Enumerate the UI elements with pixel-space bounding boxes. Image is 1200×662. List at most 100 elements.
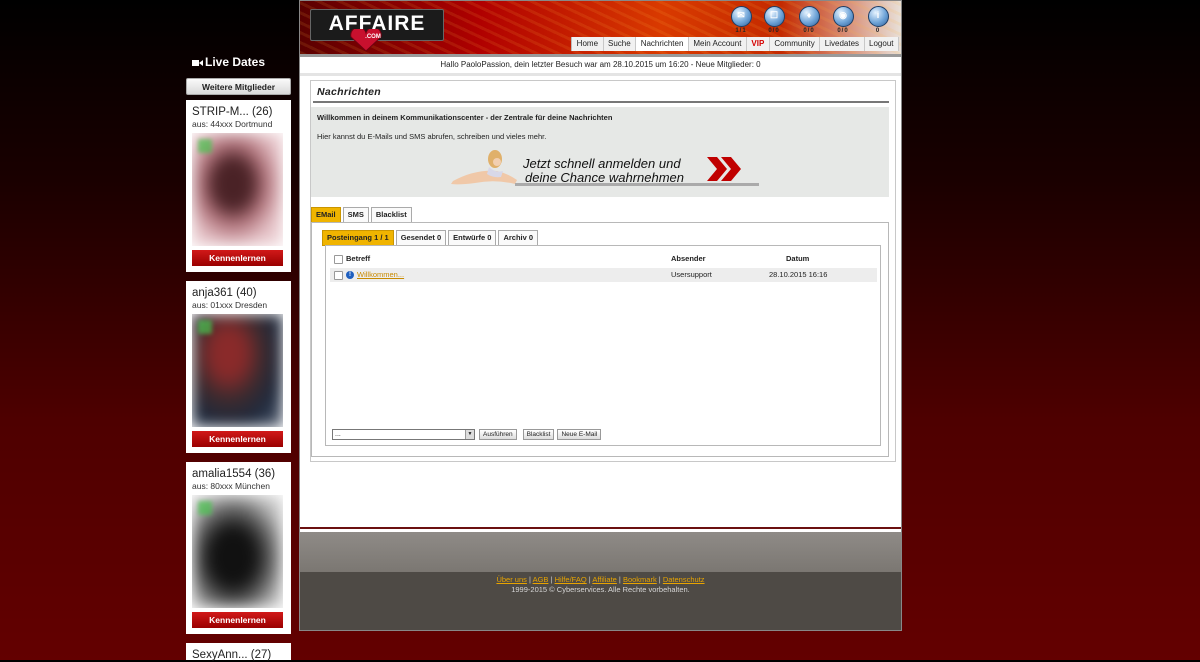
nav-my-account[interactable]: Mein Account [689,37,747,51]
member-card[interactable]: anja361 (40) aus: 01xxx Dresden Kennenle… [186,281,291,453]
tab-drafts[interactable]: Entwürfe 0 [448,230,497,246]
online-status-icon [198,139,212,153]
main-nav: Home Suche Nachrichten Mein Account VIP … [571,37,899,51]
banner-line1: Jetzt schnell anmelden und [523,156,681,171]
info-icon: i [867,6,889,27]
blacklist-button[interactable]: Blacklist [522,429,555,440]
footer-copyright: 1999-2015 © Cyberservices. Alle Rechte v… [511,585,690,594]
online-status-icon [198,320,212,334]
nav-logout[interactable]: Logout [865,37,899,51]
messages-content: Nachrichten Willkommen in deinem Kommuni… [310,80,896,462]
title-rule [313,101,889,103]
footer-link-bookmark[interactable]: Bookmark [623,575,657,584]
logo-domain: .COM [365,34,381,40]
tab-sms[interactable]: SMS [342,207,369,223]
video-camera-icon [192,55,203,71]
online-status-icon [198,501,212,515]
double-arrow-icon [707,157,741,181]
row-sender: Usersupport [671,270,712,279]
greeting-divider [300,73,901,76]
nav-community[interactable]: Community [770,37,821,51]
get-to-know-button[interactable]: Kennenlernen [192,250,283,266]
dropdown-arrow-icon: ▼ [465,430,474,439]
member-card[interactable]: SexyAnn... (27) [186,643,291,662]
nav-messages[interactable]: Nachrichten [636,37,689,51]
tab-email[interactable]: EMail [311,207,341,223]
nav-livedates[interactable]: Livedates [820,37,865,51]
mail-icon: ✉ [730,6,752,27]
footer-link-affiliate[interactable]: Affiliate [592,575,616,584]
member-name[interactable]: STRIP-M... (26) [192,106,285,119]
footer-upper [300,532,901,572]
messages-icon-button[interactable]: ☐ 0/0 [761,6,787,34]
select-all-checkbox[interactable] [334,255,343,264]
row-checkbox[interactable] [334,271,343,280]
tab-sent[interactable]: Gesendet 0 [395,230,447,246]
visitors-icon-button[interactable]: ◉ 0/0 [830,6,856,34]
info-icon-button[interactable]: i 0 [865,6,891,34]
greeting-text: Hallo PaoloPassion, dein letzter Besuch … [440,60,761,69]
nav-vip[interactable]: VIP [747,37,770,51]
nav-search[interactable]: Suche [604,37,637,51]
new-email-button[interactable]: Neue E-Mail [557,429,602,440]
table-header: Betreff Absender Datum [330,252,877,266]
member-photo[interactable] [192,314,283,427]
member-name[interactable]: amalia1554 (36) [192,468,285,481]
member-card[interactable]: STRIP-M... (26) aus: 44xxx Dortmund Kenn… [186,100,291,272]
action-select[interactable]: ... ▼ [332,429,475,440]
messages-icon: ☐ [763,6,785,27]
member-name[interactable]: SexyAnn... (27) [192,649,285,662]
tab-inbox[interactable]: Posteingang 1 / 1 [322,230,394,246]
member-location: aus: 44xxx Dortmund [192,119,273,129]
email-panel: Posteingang 1 / 1 Gesendet 0 Entwürfe 0 … [311,222,889,457]
gift-icon-button[interactable]: ♦ 0/0 [796,6,822,34]
header-icons: ✉ 1/1 ☐ 0/0 ♦ 0/0 ◉ 0/0 i 0 [724,6,896,36]
live-dates-title: Live Dates [186,54,291,70]
header-divider [300,54,901,57]
footer-links: Über uns | AGB | Hilfe/FAQ | Affiliate |… [496,575,705,584]
heart-icon [350,29,382,51]
info-icon: ! [346,271,354,280]
info-count: 0 [875,28,881,34]
message-table: Betreff Absender Datum ! Willkommen... Us… [330,252,877,282]
tab-archive[interactable]: Archiv 0 [498,230,539,246]
visitors-count: 0/0 [837,28,849,34]
message-subject-link[interactable]: Willkommen... [357,270,404,279]
row-date: 28.10.2015 16:16 [769,270,828,279]
footer-divider [300,527,901,529]
get-to-know-button[interactable]: Kennenlernen [192,431,283,447]
intro-heading: Willkommen in deinem Kommunikationscente… [317,113,613,122]
inbox-panel: Betreff Absender Datum ! Willkommen... Us… [325,245,881,446]
messages-count: 0/0 [768,28,780,34]
live-dates-panel: Live Dates Weitere Mitglieder [186,54,291,95]
intro-box: Willkommen in deinem Kommunikationscente… [311,107,889,197]
execute-button[interactable]: Ausführen [479,429,517,440]
get-to-know-button[interactable]: Kennenlernen [192,612,283,628]
message-type-tabs: EMail SMS Blacklist [311,207,414,223]
more-members-button[interactable]: Weitere Mitglieder [186,78,291,95]
gift-count: 0/0 [803,28,815,34]
banner-figure-icon [451,150,517,185]
footer-link-help[interactable]: Hilfe/FAQ [555,575,587,584]
footer-link-terms[interactable]: AGB [533,575,549,584]
tab-blacklist[interactable]: Blacklist [370,207,412,223]
action-select-value: ... [335,431,341,438]
member-name[interactable]: anja361 (40) [192,287,285,300]
visitors-icon: ◉ [832,6,854,27]
mail-count: 1/1 [735,28,747,34]
member-photo[interactable] [192,133,283,246]
column-date: Datum [786,254,810,263]
page-title: Nachrichten [317,86,381,98]
nav-home[interactable]: Home [572,37,604,51]
folder-tabs: Posteingang 1 / 1 Gesendet 0 Entwürfe 0 … [322,230,540,246]
gift-icon: ♦ [798,6,820,27]
member-photo[interactable] [192,495,283,608]
member-card[interactable]: amalia1554 (36) aus: 80xxx München Kenne… [186,462,291,634]
signup-banner[interactable]: Jetzt schnell anmelden und deine Chance … [445,147,759,191]
footer-link-privacy[interactable]: Datenschutz [663,575,705,584]
table-row[interactable]: ! Willkommen... Usersupport 28.10.2015 16… [330,268,877,282]
mail-icon-button[interactable]: ✉ 1/1 [728,6,754,34]
member-location: aus: 80xxx München [192,481,270,491]
footer-link-about[interactable]: Über uns [496,575,526,584]
site-header: AFFAIRE .COM ✉ 1/1 ☐ 0/0 ♦ 0/0 ◉ 0/0 i 0… [300,1,901,54]
